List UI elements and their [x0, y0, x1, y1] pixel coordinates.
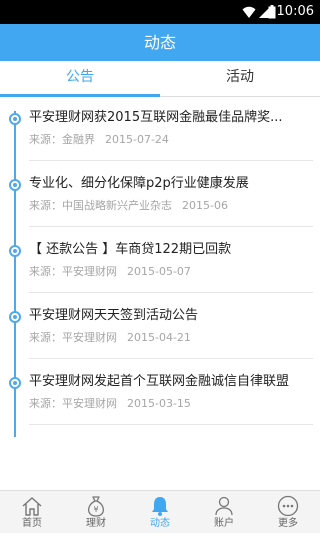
bell-icon — [152, 497, 168, 516]
news-timeline: 平安理财网获2015互联网金融最佳品牌奖... 来源：金融界 2015-07-24… — [0, 97, 320, 490]
tab-announcements[interactable]: 公告 — [0, 61, 160, 97]
wifi-icon — [242, 6, 256, 18]
home-icon — [22, 497, 42, 516]
tab-activities[interactable]: 活动 — [160, 61, 320, 97]
news-source: 来源：平安理财网 — [29, 397, 117, 410]
more-icon — [277, 495, 299, 517]
nav-more-label: 更多 — [278, 518, 298, 529]
nav-news[interactable]: 动态 — [128, 491, 192, 533]
nav-finance-label: 理财 — [86, 518, 106, 529]
nav-more[interactable]: 更多 — [256, 491, 320, 533]
news-source: 来源：中国战略新兴产业杂志 — [29, 199, 172, 212]
timeline-dot-icon — [9, 377, 21, 389]
news-source: 来源：平安理财网 — [29, 265, 117, 278]
news-item[interactable]: 平安理财网发起首个互联网金融诚信自律联盟 来源：平安理财网 2015-03-15 — [0, 361, 320, 427]
svg-text:¥: ¥ — [93, 505, 98, 514]
news-source: 来源：平安理财网 — [29, 331, 117, 344]
news-source: 来源：金融界 — [29, 133, 95, 146]
news-date: 2015-05-07 — [127, 265, 191, 278]
nav-account[interactable]: 账户 — [192, 491, 256, 533]
news-date: 2015-04-21 — [127, 331, 191, 344]
tab-bar: 公告 活动 — [0, 61, 320, 97]
divider — [29, 292, 313, 293]
news-date: 2015-06 — [182, 199, 228, 212]
divider — [29, 226, 313, 227]
nav-home[interactable]: 首页 — [0, 491, 64, 533]
news-title: 专业化、细分化保障p2p行业健康发展 — [29, 176, 249, 191]
news-title: 平安理财网发起首个互联网金融诚信自律联盟 — [29, 374, 290, 389]
news-meta: 来源：中国战略新兴产业杂志 2015-06 — [29, 199, 228, 213]
page-title: 动态 — [0, 24, 320, 61]
news-meta: 来源：金融界 2015-07-24 — [29, 133, 169, 147]
nav-news-label: 动态 — [150, 518, 170, 529]
news-date: 2015-07-24 — [105, 133, 169, 146]
news-meta: 来源：平安理财网 2015-05-07 — [29, 265, 191, 279]
user-icon — [215, 496, 233, 516]
divider — [29, 358, 313, 359]
status-bar: 10:06 — [0, 0, 320, 24]
timeline-dot-icon — [9, 179, 21, 191]
nav-account-label: 账户 — [214, 518, 234, 529]
news-item[interactable]: 专业化、细分化保障p2p行业健康发展 来源：中国战略新兴产业杂志 2015-06 — [0, 163, 320, 229]
news-item[interactable]: 平安理财网获2015互联网金融最佳品牌奖... 来源：金融界 2015-07-24 — [0, 97, 320, 163]
divider — [29, 160, 313, 161]
news-item[interactable]: 【 还款公告 】车商贷122期已回款 来源：平安理财网 2015-05-07 — [0, 229, 320, 295]
battery-icon — [268, 5, 276, 19]
timeline-dot-icon — [9, 245, 21, 257]
bottom-nav: 首页 ¥ 理财 动态 账户 更多 — [0, 490, 320, 533]
news-title: 平安理财网天天签到活动公告 — [29, 308, 199, 323]
divider — [29, 424, 313, 425]
news-title: 【 还款公告 】车商贷122期已回款 — [29, 242, 232, 257]
news-title: 平安理财网获2015互联网金融最佳品牌奖... — [29, 110, 283, 125]
timeline-dot-icon — [9, 113, 21, 125]
nav-home-label: 首页 — [22, 518, 42, 529]
timeline-dot-icon — [9, 311, 21, 323]
news-date: 2015-03-15 — [127, 397, 191, 410]
news-item[interactable]: 平安理财网天天签到活动公告 来源：平安理财网 2015-04-21 — [0, 295, 320, 361]
money-bag-icon: ¥ — [88, 496, 104, 517]
status-time: 10:06 — [276, 4, 314, 19]
news-meta: 来源：平安理财网 2015-03-15 — [29, 397, 191, 411]
news-meta: 来源：平安理财网 2015-04-21 — [29, 331, 191, 345]
nav-finance[interactable]: ¥ 理财 — [64, 491, 128, 533]
